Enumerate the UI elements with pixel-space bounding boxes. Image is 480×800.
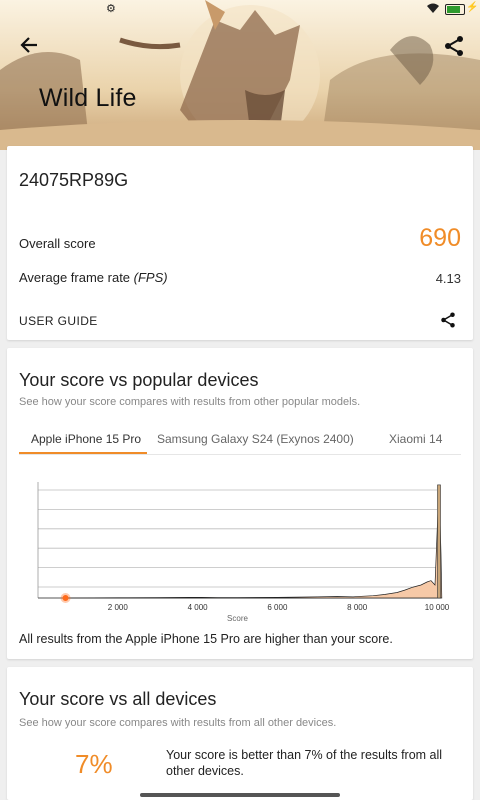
x-tick-label: 6 000 <box>267 603 288 612</box>
x-tick-label: 10 000 <box>425 603 450 612</box>
x-tick-label: 2 000 <box>108 603 129 612</box>
fps-label-text: Average frame rate <box>19 270 134 285</box>
charging-icon: ⚡ <box>466 2 479 13</box>
tab-samsung-galaxy-s24[interactable]: Samsung Galaxy S24 (Exynos 2400) <box>157 432 354 446</box>
fps-label: Average frame rate (FPS) <box>19 270 168 285</box>
home-indicator[interactable] <box>140 793 340 797</box>
distribution-area <box>65 484 443 599</box>
wifi-icon <box>427 3 439 13</box>
back-button[interactable] <box>18 34 42 58</box>
status-bar: ⚙ ⚡ <box>0 0 480 18</box>
percentile-text: Your score is better than 7% of the resu… <box>166 748 443 778</box>
all-devices-card: Your score vs all devices See how your s… <box>7 667 473 800</box>
popular-devices-card: Your score vs popular devices See how yo… <box>7 348 473 659</box>
score-distribution-chart: 2 000 4 000 6 000 8 000 10 000 Score <box>37 482 450 623</box>
x-tick-label: 8 000 <box>347 603 368 612</box>
share-button[interactable] <box>442 34 466 58</box>
share-icon <box>445 36 463 56</box>
device-name: 24075RP89G <box>19 170 129 190</box>
active-tab-indicator <box>19 452 147 454</box>
percentile-value: 7% <box>75 749 113 779</box>
tab-divider <box>19 454 461 455</box>
page-title: Wild Life <box>39 84 137 112</box>
your-score-marker <box>62 595 69 601</box>
user-guide-link[interactable]: USER GUIDE <box>19 314 98 328</box>
x-axis-label: Score <box>227 614 248 623</box>
chart-note: All results from the Apple iPhone 15 Pro… <box>19 632 393 646</box>
share-icon <box>441 312 455 328</box>
overall-score-value: 690 <box>419 224 461 252</box>
section-title: Your score vs popular devices <box>19 370 259 390</box>
hero-banner: Wild Life <box>0 0 480 150</box>
battery-icon <box>445 4 465 15</box>
tab-apple-iphone-15-pro[interactable]: Apple iPhone 15 Pro <box>31 432 141 446</box>
section-subtitle: See how your score compares with results… <box>19 396 361 408</box>
overall-score-label: Overall score <box>19 236 96 251</box>
arrow-left-icon <box>20 37 37 53</box>
peak-bar <box>437 484 441 599</box>
x-tick-label: 4 000 <box>188 603 209 612</box>
share-result-button[interactable] <box>439 311 457 329</box>
result-card: 24075RP89G Overall score 690 Average fra… <box>7 146 473 340</box>
fps-value: 4.13 <box>435 271 461 286</box>
fps-unit: (FPS) <box>133 270 168 285</box>
section-title: Your score vs all devices <box>19 689 217 709</box>
hero-illustration <box>0 0 480 150</box>
tab-xiaomi-14[interactable]: Xiaomi 14 <box>389 432 442 446</box>
section-subtitle: See how your score compares with results… <box>19 717 337 729</box>
gear-icon: ⚙ <box>106 3 116 15</box>
